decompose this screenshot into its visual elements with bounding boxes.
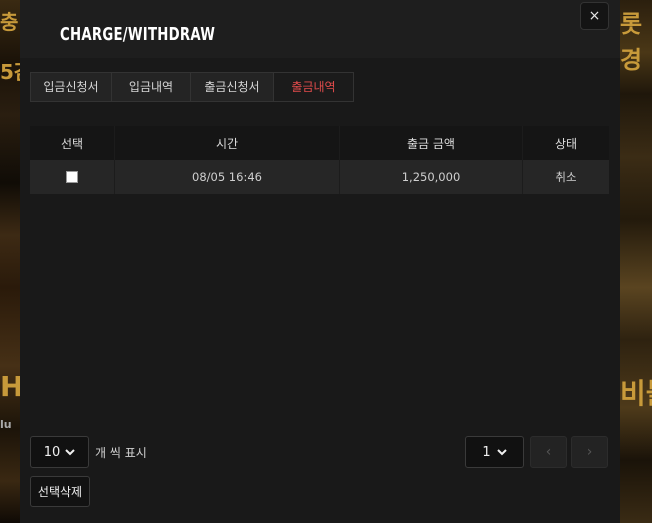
row-amount: 1,250,000: [340, 160, 523, 194]
header-time: 시간: [115, 126, 340, 160]
background-text: 경: [620, 46, 643, 74]
close-button[interactable]: ×: [580, 2, 609, 30]
modal-header: CHARGE/WITHDRAW ×: [20, 0, 620, 58]
tab-bar: 입금신청서 입금내역 출금신청서 출금내역: [30, 72, 354, 102]
next-page-button[interactable]: ›: [571, 436, 608, 468]
tab-deposit-request[interactable]: 입금신청서: [31, 73, 112, 101]
delete-selected-button[interactable]: 선택삭제: [30, 476, 90, 507]
row-checkbox[interactable]: [66, 171, 78, 183]
per-page-select[interactable]: 10: [30, 436, 89, 468]
header-amount: 출금 금액: [340, 126, 523, 160]
prev-page-button[interactable]: ‹: [530, 436, 567, 468]
background-text: 롯: [620, 10, 643, 38]
background-text: 충: [0, 10, 19, 34]
table-header: 선택 시간 출금 금액 상태: [30, 126, 609, 160]
chevron-left-icon: ‹: [545, 444, 552, 460]
background-text: lu: [0, 418, 12, 431]
modal-title: CHARGE/WITHDRAW: [60, 24, 216, 45]
chevron-right-icon: ›: [586, 444, 593, 460]
page-select[interactable]: 1: [465, 436, 524, 468]
header-status: 상태: [554, 136, 578, 151]
withdraw-history-table: 선택 시간 출금 금액 상태 08/05 16:46 1,250,000 취소: [30, 126, 609, 194]
row-time: 08/05 16:46: [115, 160, 340, 194]
background-right-strip: [620, 0, 652, 523]
background-text: HC: [0, 370, 20, 403]
tab-deposit-history[interactable]: 입금내역: [112, 73, 191, 101]
per-page-label: 개 씩 표시: [95, 445, 147, 460]
chevron-down-icon: [496, 448, 507, 455]
background-text: 5감: [0, 60, 20, 84]
row-status: 취소: [555, 170, 577, 184]
table-row: 08/05 16:46 1,250,000 취소: [30, 160, 609, 194]
tab-withdraw-request[interactable]: 출금신청서: [191, 73, 274, 101]
modal-body: 입금신청서 입금내역 출금신청서 출금내역 선택 시간 출금 금액 상태 08/…: [20, 58, 620, 523]
page-value: 1: [482, 444, 491, 460]
row-select-cell: [30, 160, 115, 194]
close-icon: ×: [588, 8, 601, 24]
chevron-down-icon: [65, 448, 75, 455]
charge-withdraw-modal: CHARGE/WITHDRAW × 입금신청서 입금내역 출금신청서 출금내역 …: [20, 0, 620, 523]
tab-withdraw-history[interactable]: 출금내역: [274, 73, 353, 101]
header-select: 선택: [30, 126, 115, 160]
per-page-control: 10 개 씩 표시: [30, 436, 147, 468]
background-text: 비블: [620, 377, 652, 410]
per-page-value: 10: [43, 444, 61, 460]
